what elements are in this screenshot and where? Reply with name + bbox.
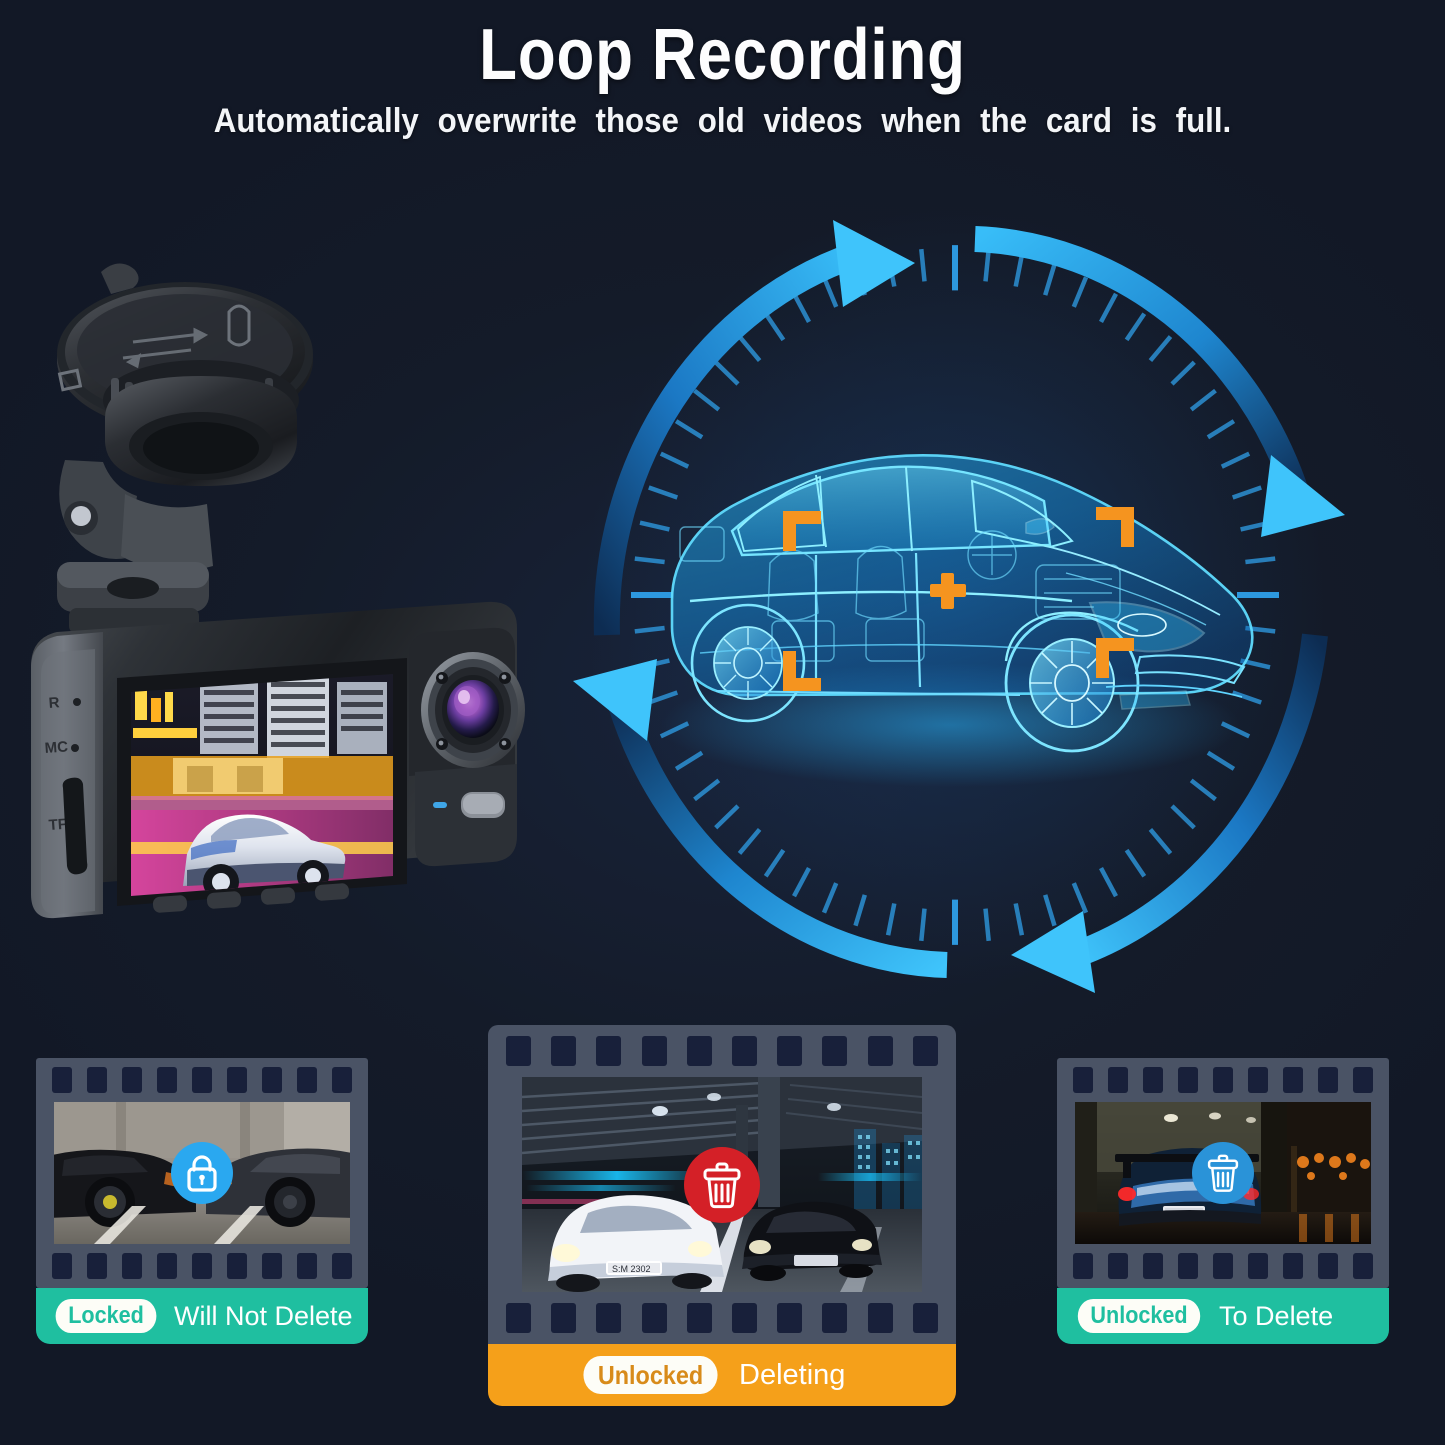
dash-camera: R MC TF [5,250,575,950]
car-xray-hologram [620,395,1280,815]
sprocket-row-bottom [488,1303,956,1333]
marketing-banner: Loop Recording Automatically overwrite t… [0,0,1445,1445]
page-subtitle: Automatically overwrite those old videos… [213,101,1232,140]
lock-icon [171,1142,233,1204]
camera-body: R MC TF [31,601,525,919]
sprocket-row-top [36,1067,368,1093]
badge-unlocked: Unlocked [583,1356,718,1394]
panel-to-delete[interactable]: Unlocked To Delete [1057,1058,1389,1344]
header: Loop Recording Automatically overwrite t… [0,0,1445,141]
svg-text:S:M 2302: S:M 2302 [612,1264,651,1274]
panel-deleting[interactable]: S:M 2302 Unlocked Deleting [488,1025,956,1406]
thumbnail-deleting: S:M 2302 [522,1077,922,1292]
trash-icon [1192,1142,1254,1204]
caption-deleting: Unlocked Deleting [488,1344,956,1406]
svg-text:MC: MC [44,738,69,757]
sprocket-row-top [1057,1067,1389,1093]
trash-icon [684,1146,760,1223]
svg-text:R: R [48,694,60,712]
sprocket-row-bottom [1057,1253,1389,1279]
caption-text-locked: Will Not Delete [174,1300,353,1331]
suction-cup-mount [57,263,313,634]
caption-to-delete: Unlocked To Delete [1057,1288,1389,1344]
caption-text-to-delete: To Delete [1219,1300,1334,1331]
panel-locked[interactable]: Locked Will Not Delete [36,1058,368,1344]
thumbnail-locked [54,1102,350,1244]
page-title: Loop Recording [479,15,966,95]
sprocket-row-bottom [36,1253,368,1279]
badge-unlocked: Unlocked [1077,1299,1201,1333]
sprocket-row-top [488,1036,956,1066]
badge-locked: Locked [55,1299,157,1333]
caption-locked: Locked Will Not Delete [36,1288,368,1344]
thumbnail-to-delete [1075,1102,1371,1244]
caption-text-deleting: Deleting [739,1358,846,1391]
